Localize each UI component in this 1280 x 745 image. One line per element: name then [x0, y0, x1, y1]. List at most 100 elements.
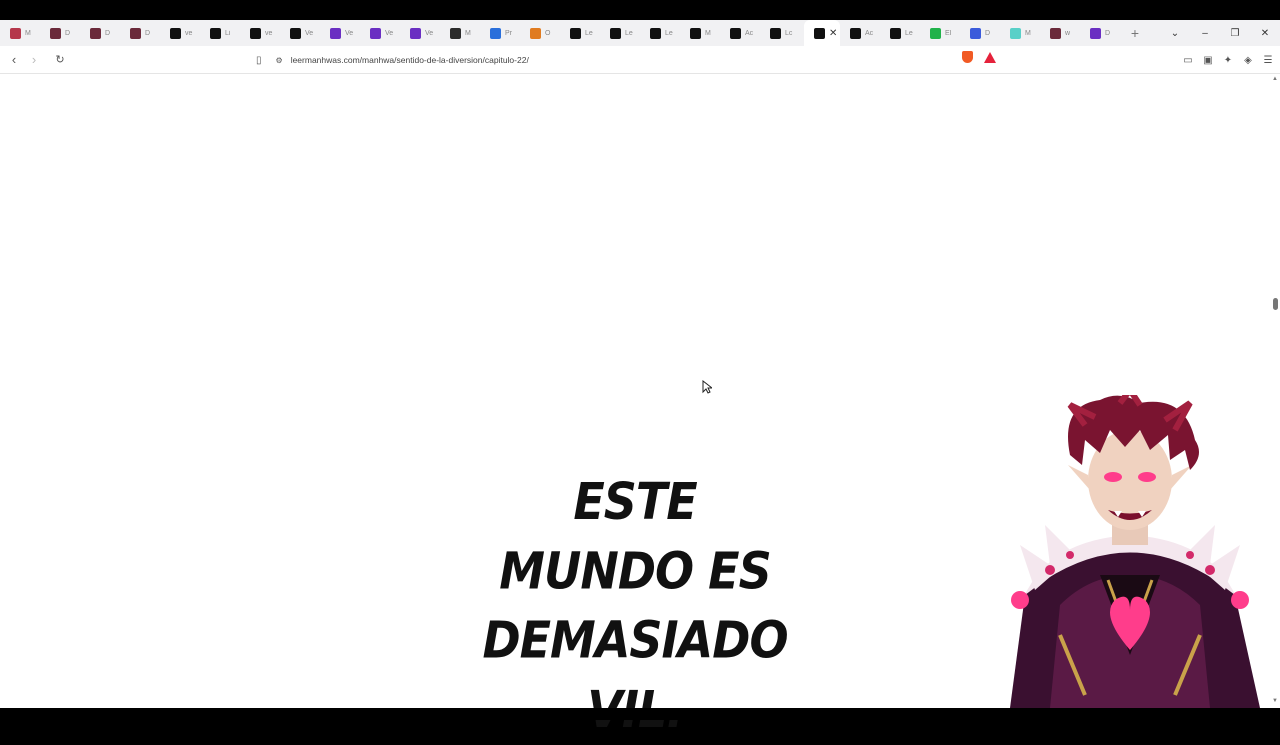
tab-search-chevron-icon[interactable]: ⌄	[1160, 28, 1190, 39]
browser-tab[interactable]: M	[440, 20, 480, 46]
forward-button[interactable]: ›	[24, 52, 44, 67]
vpn-icon[interactable]: ◈	[1242, 55, 1254, 66]
browser-tab[interactable]: Ve	[320, 20, 360, 46]
manga-icon	[130, 27, 141, 39]
window-top-strip	[0, 0, 1280, 20]
site-icon	[570, 27, 581, 39]
tab-title: Ve	[345, 29, 354, 37]
ae-icon	[450, 27, 461, 39]
site-icon	[770, 27, 781, 39]
browser-tab[interactable]: D	[120, 20, 160, 46]
restore-button[interactable]: ❐	[1220, 28, 1250, 39]
p-icon	[250, 27, 261, 39]
bookmark-icon[interactable]: ▯	[256, 55, 262, 66]
browser-tab[interactable]: w	[1040, 20, 1080, 46]
browser-tab[interactable]: O	[520, 20, 560, 46]
menu-icon[interactable]: ☰	[1262, 55, 1274, 66]
browser-tab[interactable]: M	[680, 20, 720, 46]
new-tab-button[interactable]: +	[1124, 25, 1146, 41]
browser-tab[interactable]: Le	[600, 20, 640, 46]
reload-button[interactable]: ↻	[50, 53, 70, 66]
site-icon	[690, 27, 701, 39]
site-icon	[730, 27, 741, 39]
browser-tab[interactable]: M	[1000, 20, 1040, 46]
leo-ai-icon[interactable]: ✦	[1222, 55, 1234, 66]
site-icon	[850, 27, 861, 39]
headline-line-2: DEMASIADO VIL.	[482, 610, 788, 739]
site-info-icon[interactable]: ⚙	[276, 56, 283, 65]
browser-tab[interactable]: D	[960, 20, 1000, 46]
scroll-up-arrow-icon[interactable]: ▲	[1272, 76, 1278, 82]
tab-title: D	[985, 29, 991, 37]
browser-tab[interactable]: M	[0, 20, 40, 46]
browser-tab[interactable]: Ve	[400, 20, 440, 46]
browser-tab[interactable]: Le	[880, 20, 920, 46]
tab-title: Ac	[745, 29, 754, 37]
back-button[interactable]: ‹	[4, 52, 24, 67]
tab-title: M	[1025, 29, 1031, 37]
tab-title: O	[545, 29, 551, 37]
minimize-button[interactable]: –	[1190, 28, 1220, 39]
brave-shield-icon[interactable]	[962, 51, 973, 63]
browser-tab[interactable]: Le	[640, 20, 680, 46]
browser-tab[interactable]: Ac	[840, 20, 880, 46]
wallet-icon[interactable]: ▣	[1202, 55, 1214, 66]
tab-title: Ve	[385, 29, 394, 37]
close-window-button[interactable]: ✕	[1250, 28, 1280, 39]
tab-title: Le	[905, 29, 913, 37]
tab-title: M	[25, 29, 31, 37]
tab-title: Le	[665, 29, 673, 37]
tab-title: Ve	[305, 29, 314, 37]
browser-tab[interactable]: Le	[560, 20, 600, 46]
browser-tab[interactable]: ve	[160, 20, 200, 46]
mascot-character-image	[1010, 395, 1260, 708]
manga-icon	[90, 27, 101, 39]
window-controls: ⌄ – ❐ ✕	[1160, 20, 1280, 46]
browser-tab[interactable]: Ve	[280, 20, 320, 46]
browser-tab-active[interactable]: ✕	[804, 20, 840, 46]
browser-tab[interactable]: Ac	[720, 20, 760, 46]
manga-icon	[50, 27, 61, 39]
page-scrollbar[interactable]	[1270, 74, 1280, 708]
tab-title: Lc	[785, 29, 793, 37]
browser-tab[interactable]: Li	[200, 20, 240, 46]
close-tab-icon[interactable]: ✕	[829, 28, 837, 39]
wave-icon	[1010, 27, 1021, 39]
tab-strip: M D D Dve Li ve Ve Ve Ve Ve M Pr O Le Le Le M Ac Lc ✕ Ac Le El…	[0, 20, 1280, 46]
browser-tab[interactable]: D	[80, 20, 120, 46]
browser-tab[interactable]: D	[40, 20, 80, 46]
tab-title: Pr	[505, 29, 512, 37]
site-icon	[610, 27, 621, 39]
browser-tab[interactable]: El	[920, 20, 960, 46]
tab-title: D	[145, 29, 151, 37]
grid-icon	[970, 27, 981, 39]
tab-title: D	[65, 29, 71, 37]
circle-icon	[490, 27, 501, 39]
sidebar-icon[interactable]: ▭	[1182, 55, 1194, 66]
comic-panel-text: ESTE MUNDO ES DEMASIADO VIL.	[470, 467, 800, 744]
tab-title: M	[705, 29, 711, 37]
brave-rewards-icon[interactable]	[984, 52, 996, 63]
gear-green-icon	[930, 27, 941, 39]
browser-tab[interactable]: Ve	[360, 20, 400, 46]
address-bar[interactable]: ▯ ⚙ leermanhwas.com/manhwa/sentido-de-la…	[256, 50, 996, 70]
site-icon	[890, 27, 901, 39]
tab-title: D	[1105, 29, 1111, 37]
tab-title: Le	[585, 29, 593, 37]
site-icon	[650, 27, 661, 39]
tab-title: ve	[265, 29, 273, 37]
manga-icon	[1050, 27, 1061, 39]
browser-tab[interactable]: Pr	[480, 20, 520, 46]
scroll-down-arrow-icon[interactable]: ▼	[1272, 698, 1278, 704]
p-icon	[170, 27, 181, 39]
browser-tab[interactable]: ve	[240, 20, 280, 46]
scrollbar-thumb[interactable]	[1273, 298, 1278, 310]
browser-tab[interactable]: Lc	[760, 20, 800, 46]
mouse-cursor-icon	[702, 380, 712, 394]
tab-title: D	[105, 29, 111, 37]
tab-title: Li	[225, 29, 231, 37]
tab-title: Le	[625, 29, 633, 37]
browser-tab[interactable]: D	[1080, 20, 1120, 46]
tab-title: Ac	[865, 29, 874, 37]
url-text[interactable]: leermanhwas.com/manhwa/sentido-de-la-div…	[291, 55, 529, 65]
